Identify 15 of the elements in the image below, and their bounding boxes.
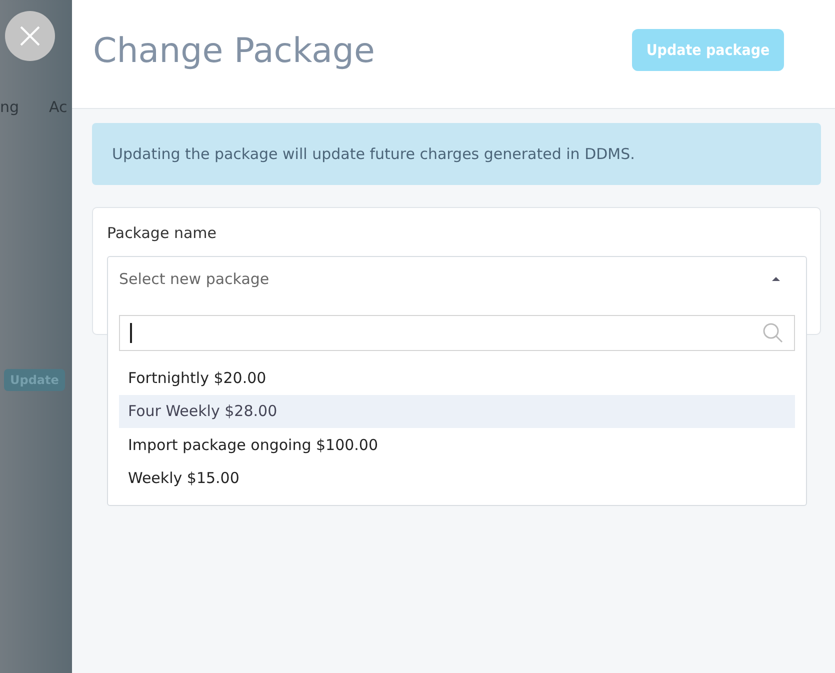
caret-icon xyxy=(771,276,781,282)
search-icon xyxy=(762,322,784,344)
select-placeholder: Select new package xyxy=(119,270,270,288)
package-option[interactable]: Import package ongoing $100.00 xyxy=(119,428,795,462)
field-label: Package name xyxy=(107,224,216,242)
close-icon xyxy=(19,25,41,47)
package-option[interactable]: Fortnightly $20.00 xyxy=(119,361,795,394)
nav-label: ng xyxy=(0,98,20,116)
package-select[interactable]: Select new package Fortnightly $20.00 Four Weekly $28.00 Import package ongoing $100.00 Weekly $15.00 xyxy=(107,256,807,506)
info-banner: Updating the package will update future charges generated in DDMS. xyxy=(92,123,821,185)
nav-label: Ac xyxy=(49,98,68,116)
search-field[interactable] xyxy=(119,315,795,351)
package-option[interactable]: Weekly $15.00 xyxy=(119,462,795,495)
package-option[interactable]: Four Weekly $28.00 xyxy=(119,394,795,428)
page-title: Change Package xyxy=(93,31,375,71)
